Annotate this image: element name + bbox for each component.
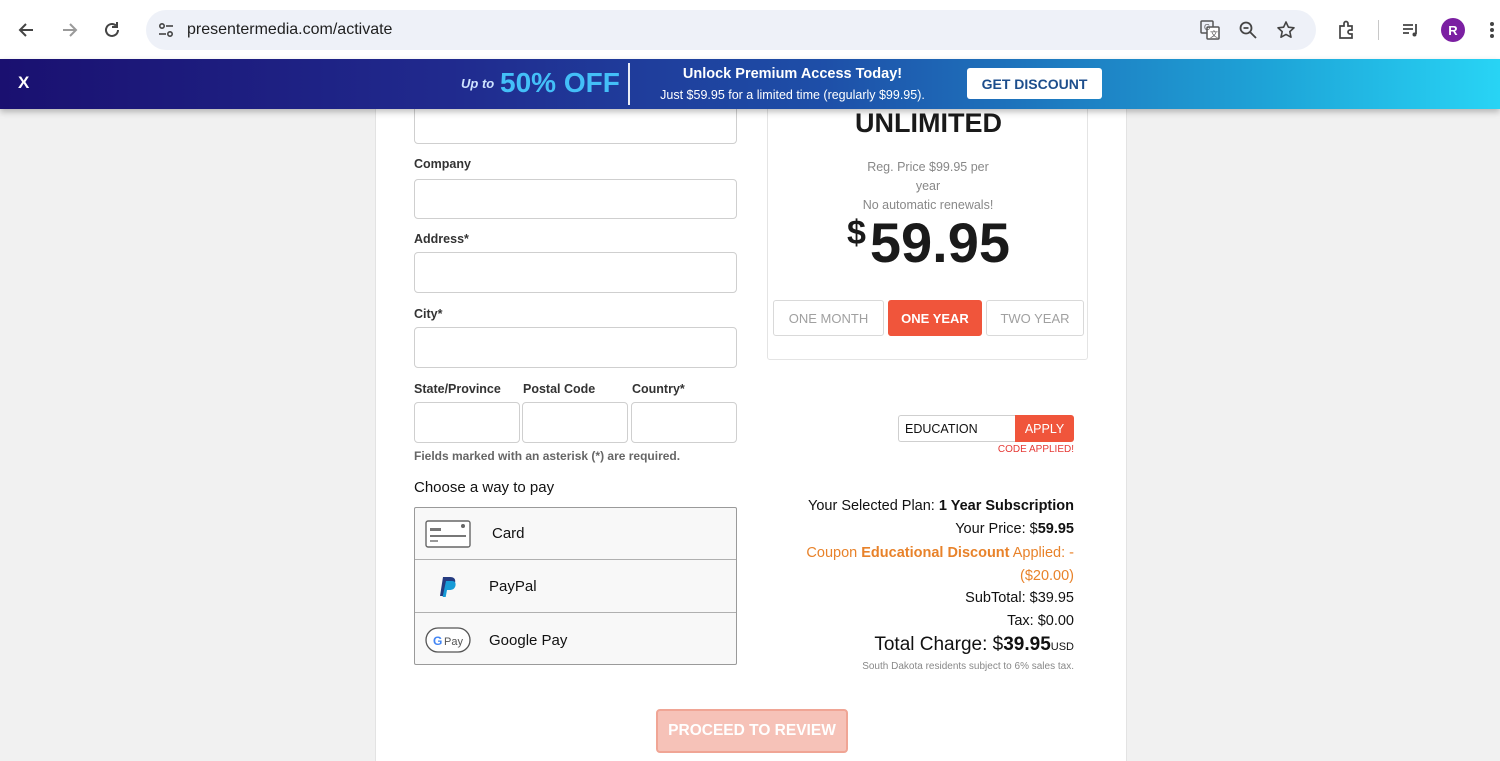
coupon-name: Educational Discount	[861, 545, 1010, 561]
translate-icon[interactable]: G文	[1198, 18, 1222, 42]
tax-note: South Dakota residents subject to 6% sal…	[862, 661, 1074, 672]
coupon-status-text: CODE APPLIED!	[997, 444, 1074, 455]
coupon-discount-line: Coupon Educational Discount Applied: -	[794, 545, 1074, 561]
reg-price-period: year	[915, 179, 941, 193]
payment-method-title: Choose a way to pay	[414, 479, 555, 496]
promo-close-button[interactable]: X	[18, 73, 29, 93]
promo-banner: X Up to 50% OFF Unlock Premium Access To…	[0, 59, 1500, 109]
address-input[interactable]	[414, 252, 737, 293]
price-currency: $	[846, 214, 866, 252]
reload-button[interactable]	[98, 16, 126, 44]
regular-price-text: Reg. Price $99.95 per year No automatic …	[828, 158, 1028, 215]
coupon-prefix: Coupon	[806, 545, 858, 561]
required-fields-note: Fields marked with an asterisk (*) are r…	[414, 449, 681, 463]
period-one-month-button[interactable]: ONE MONTH	[773, 300, 884, 336]
get-discount-button[interactable]: GET DISCOUNT	[967, 68, 1102, 99]
url-text: presentermedia.com/activate	[187, 21, 393, 38]
promo-percent-text: 50% OFF	[500, 67, 620, 98]
subtotal-line: SubTotal: $39.95	[965, 590, 1074, 606]
reload-icon	[105, 22, 119, 37]
svg-text:文: 文	[1210, 29, 1218, 39]
address-bar[interactable]: presentermedia.com/activate G文	[146, 10, 1316, 50]
selected-plan-line: Your Selected Plan: 1 Year Subscription	[794, 498, 1074, 514]
total-currency: USD	[1050, 641, 1074, 653]
browser-toolbar: presentermedia.com/activate G文 R	[0, 0, 1500, 60]
promo-divider	[628, 63, 630, 105]
credit-card-icon	[425, 520, 471, 548]
tax-line: Tax: $0.00	[1007, 613, 1074, 629]
period-two-year-button[interactable]: TWO YEAR	[986, 300, 1084, 336]
promo-upto-text: Up to	[461, 76, 495, 91]
your-price-line: Your Price: $59.95	[794, 521, 1074, 537]
plan-name: UNLIMITED	[855, 108, 1002, 138]
selected-plan-label: Your Selected Plan:	[808, 498, 935, 514]
google-pay-label: Google Pay	[489, 631, 568, 649]
price-display: $59.95	[768, 210, 1089, 275]
back-button[interactable]	[13, 16, 41, 44]
coupon-suffix: Applied: -	[1012, 545, 1074, 561]
price-value: 59.95	[869, 211, 1011, 274]
payment-methods-list: Card PayPal G Pay Google Pay	[414, 507, 737, 665]
city-label: City*	[414, 307, 443, 321]
total-charge-line: Total Charge: $39.95USD	[794, 634, 1074, 656]
period-one-year-button[interactable]: ONE YEAR	[888, 300, 982, 336]
proceed-to-review-button[interactable]: PROCEED TO REVIEW	[656, 709, 848, 753]
payment-option-paypal[interactable]: PayPal	[415, 561, 736, 613]
promo-subline: Just $59.95 for a limited time (regularl…	[660, 88, 925, 102]
state-input[interactable]	[414, 402, 520, 443]
postal-code-input[interactable]	[522, 402, 628, 443]
paypal-icon	[425, 573, 471, 601]
selected-plan-value: 1 Year Subscription	[938, 498, 1074, 514]
country-input[interactable]	[631, 402, 737, 443]
country-label: Country*	[632, 382, 685, 396]
back-arrow-icon	[18, 23, 33, 37]
company-input[interactable]	[414, 179, 737, 219]
paypal-label: PayPal	[489, 578, 537, 595]
payment-option-card[interactable]: Card	[415, 508, 736, 560]
promo-headline: Unlock Premium Access Today!	[682, 66, 903, 82]
svg-text:Pay: Pay	[444, 636, 463, 648]
forward-arrow-icon	[63, 23, 78, 37]
city-input[interactable]	[414, 327, 737, 368]
your-price-value: 59.95	[1037, 521, 1074, 537]
site-settings-icon[interactable]	[154, 18, 178, 42]
postal-code-label: Postal Code	[523, 382, 596, 396]
address-label: Address*	[414, 232, 469, 246]
state-label: State/Province	[414, 382, 501, 396]
zoom-icon[interactable]	[1236, 18, 1260, 42]
extensions-icon[interactable]	[1333, 16, 1361, 44]
total-charge-value: 39.95	[1003, 634, 1051, 655]
reg-price-line: Reg. Price $99.95 per	[867, 160, 989, 174]
card-label: Card	[492, 525, 525, 542]
forward-button[interactable]	[55, 16, 83, 44]
coupon-apply-button[interactable]: APPLY	[1015, 415, 1074, 442]
toolbar-separator	[1378, 20, 1379, 40]
coupon-amount-line: ($20.00)	[1019, 568, 1074, 584]
your-price-label: Your Price: $	[955, 521, 1038, 537]
menu-kebab-icon[interactable]	[1484, 16, 1500, 44]
google-pay-icon: G Pay	[425, 626, 471, 654]
coupon-input[interactable]: EDUCATION	[898, 415, 1016, 442]
bookmark-star-icon[interactable]	[1274, 18, 1298, 42]
plan-card: UNLIMITED Reg. Price $99.95 per year No …	[767, 99, 1088, 360]
company-label: Company	[414, 157, 471, 171]
checkout-panel: Company Address* City* State/Province Po…	[375, 99, 1127, 761]
svg-text:G: G	[433, 634, 442, 648]
media-controls-icon[interactable]	[1397, 16, 1425, 44]
total-charge-label: Total Charge: $	[874, 634, 1004, 655]
payment-option-google-pay[interactable]: G Pay Google Pay	[415, 614, 736, 666]
profile-avatar[interactable]: R	[1441, 18, 1465, 42]
